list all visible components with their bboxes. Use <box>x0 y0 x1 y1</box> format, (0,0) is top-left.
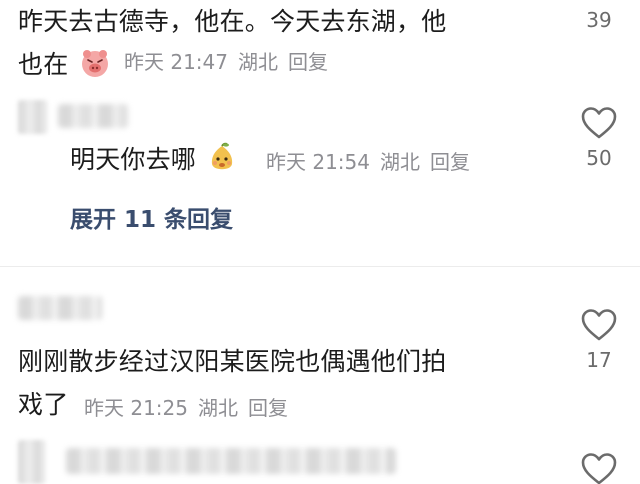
like-button[interactable]: 17 <box>577 308 621 372</box>
pear-face-sticker <box>212 142 233 170</box>
comment-text-fragment: 明天你去哪 <box>70 145 197 174</box>
comment-time: 昨天 21:47 <box>124 50 228 74</box>
comment-meta: 昨天 21:47 湖北 回复 <box>124 46 338 75</box>
like-button[interactable]: 50 <box>577 106 621 170</box>
like-count: 39 <box>586 8 612 32</box>
reply-button[interactable]: 回复 <box>430 150 470 174</box>
pig-face-sticker <box>81 50 108 77</box>
reply-button[interactable]: 回复 <box>288 50 328 74</box>
like-button[interactable] <box>577 452 621 484</box>
comment-text-fragment: 戏了 <box>18 390 69 419</box>
username-redacted[interactable] <box>66 448 396 474</box>
comment-meta: 昨天 21:25 湖北 回复 <box>84 392 298 421</box>
comment-location: 湖北 <box>238 50 278 74</box>
like-button[interactable]: 39 <box>577 8 621 32</box>
avatar[interactable] <box>18 440 46 484</box>
comment-time: 昨天 21:25 <box>84 396 188 420</box>
reply-button[interactable]: 回复 <box>248 396 288 420</box>
comment-text: 明天你去哪 <box>70 138 242 181</box>
comment-time: 昨天 21:54 <box>266 150 370 174</box>
heart-outline-icon <box>581 309 617 341</box>
comment-list: 昨天去古德寺，他在。今天去东湖，他 也在 昨天 21:47 湖北 回复 39 明天你… <box>0 0 640 484</box>
divider <box>0 266 640 267</box>
comment-meta: 昨天 21:54 湖北 回复 <box>266 146 480 175</box>
expand-replies-button[interactable]: 展开 11 条回复 <box>70 200 233 234</box>
comment-text-line: 昨天去古德寺，他在。今天去东湖，他 <box>18 7 447 36</box>
like-count: 17 <box>586 348 612 372</box>
comment-location: 湖北 <box>380 150 420 174</box>
like-count: 50 <box>586 146 612 170</box>
username-redacted[interactable] <box>18 296 102 320</box>
avatar[interactable] <box>18 100 48 134</box>
comment-text-line: 刚刚散步经过汉阳某医院也偶遇他们拍 <box>18 347 447 376</box>
heart-outline-icon <box>581 453 617 484</box>
comment-location: 湖北 <box>198 396 238 420</box>
heart-outline-icon <box>581 107 617 139</box>
username-redacted[interactable] <box>58 104 128 128</box>
comment-text-fragment: 也在 <box>18 50 69 79</box>
